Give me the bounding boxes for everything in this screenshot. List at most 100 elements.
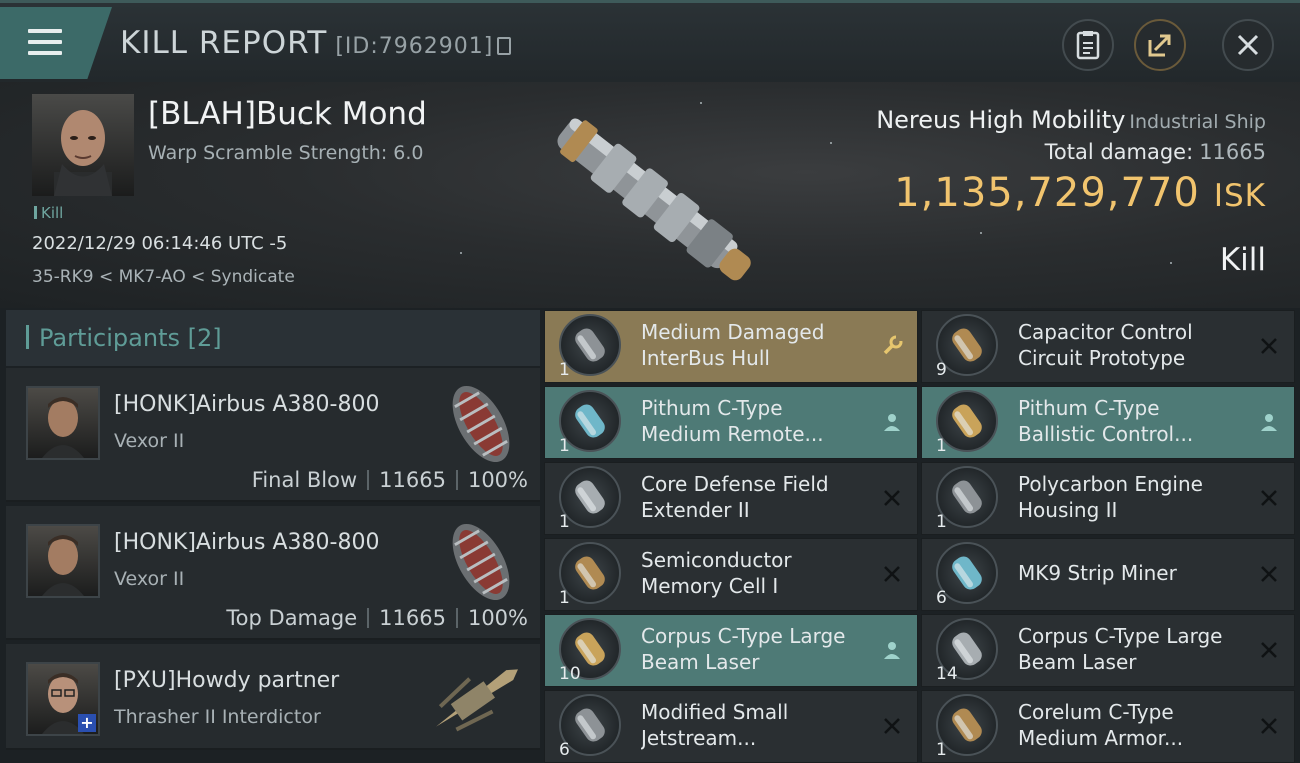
item-tile[interactable]: 14 Corpus C-Type Large Beam Laser [921,614,1295,687]
item-name-line1: Polycarbon Engine [1018,472,1203,496]
item-quantity: 1 [559,436,570,456]
x-icon [1258,715,1280,737]
item-tile[interactable]: 1 Corelum C-Type Medium Armor... [921,690,1295,763]
close-icon [1237,34,1259,56]
item-tile[interactable]: 1 Semiconductor Memory Cell I [544,538,918,611]
item-quantity: 10 [559,664,581,684]
item-name-line2: Beam Laser [641,650,760,674]
wrench-icon [881,335,903,357]
x-icon [881,563,903,585]
item-name-line1: Pithum C-Type [641,396,783,420]
x-icon [881,715,903,737]
item-name: Corelum C-Type Medium Armor... [1018,699,1248,751]
person-icon [881,639,903,661]
participant-stat: Top Damage 11665 100% [226,606,528,630]
total-damage-label: Total damage: [1044,140,1194,164]
item-name-line2: Ballistic Control... [1018,422,1194,446]
menu-icon-bar [28,51,62,55]
participant-avatar [26,386,100,460]
kill-tag: Kill [34,204,63,222]
clipboard-button[interactable] [1062,19,1114,71]
item-name: Corpus C-Type Large Beam Laser [1018,623,1248,675]
menu-button[interactable] [0,7,112,79]
header-bar: KILL REPORT [ID:7962901] [0,0,1300,82]
ship-class: Industrial Ship [1129,111,1266,133]
item-quantity: 6 [936,588,947,608]
x-icon [1258,639,1280,661]
share-button[interactable] [1134,19,1186,71]
participants-count: [2] [187,324,222,352]
item-name-line1: Corpus C-Type Large [641,624,846,648]
item-name-line1: Pithum C-Type [1018,396,1160,420]
report-id: [ID:7962901] [335,34,494,59]
item-tile[interactable]: 6 Modified Small Jetstream... [544,690,918,763]
isk-amount: 1,135,729,770 [894,170,1200,216]
item-name: Modified Small Jetstream... [641,699,871,751]
item-tile[interactable]: 1 Pithum C-Type Medium Remote... [544,386,918,459]
participant-name: [PXU]Howdy partner [114,668,340,693]
victim-ship[interactable]: Nereus High Mobility Industrial Ship [876,106,1266,134]
item-name: Corpus C-Type Large Beam Laser [641,623,871,675]
participant-ship-image [452,524,510,600]
share-icon [1148,34,1171,57]
participant-ship-image [452,386,510,462]
item-tile[interactable]: 1 Core Defense Field Extender II [544,462,918,535]
page-title: KILL REPORT [ID:7962901] [120,25,512,61]
participant-ship-image [436,669,518,732]
item-quantity: 14 [936,664,958,684]
item-quantity: 1 [936,436,947,456]
participant-card[interactable]: [HONK]Airbus A380-800 Vexor II Final Blo… [6,368,540,502]
copy-icon[interactable] [497,37,512,55]
participant-card[interactable]: + [PXU]Howdy partner Thrasher II Interdi… [6,644,540,750]
item-name-line1: Core Defense Field [641,472,829,496]
participant-card[interactable]: [HONK]Airbus A380-800 Vexor II Top Damag… [6,506,540,640]
kill-result: Kill [1219,242,1266,278]
participant-damage: 11665 [379,606,446,630]
item-name-line2: InterBus Hull [641,346,770,370]
item-tile[interactable]: 10 Corpus C-Type Large Beam Laser [544,614,918,687]
item-name-line2: Extender II [641,498,750,522]
victim-avatar [54,110,112,196]
item-name-line1: Corelum C-Type [1018,700,1174,724]
kill-location[interactable]: 35-RK9 < MK7-AO < Syndicate [32,267,295,287]
item-quantity: 9 [936,360,947,380]
victim-ship-image [557,118,751,281]
plus-badge-icon: + [78,714,96,732]
victim-name[interactable]: [BLAH]Buck Mond [148,96,427,132]
item-name-line2: Medium Armor... [1018,726,1184,750]
item-name: Core Defense Field Extender II [641,471,871,523]
participant-role: Final Blow [251,468,358,492]
item-name-line1: Medium Damaged [641,320,825,344]
item-tile[interactable]: 9 Capacitor Control Circuit Prototype [921,310,1295,383]
victim-panel: [BLAH]Buck Mond Warp Scramble Strength: … [0,82,1300,308]
total-damage-value: 11665 [1199,140,1266,164]
item-tile[interactable]: 1 Medium Damaged InterBus Hull [544,310,918,383]
title-text: KILL REPORT [120,25,328,61]
participant-name: [HONK]Airbus A380-800 [114,392,380,417]
close-button[interactable] [1222,19,1274,71]
participant-ship: Thrasher II Interdictor [114,706,321,728]
isk-unit: ISK [1213,178,1266,214]
person-icon [1258,411,1280,433]
participant-avatar [26,524,100,598]
participant-percent: 100% [467,468,528,492]
item-quantity: 1 [936,740,947,760]
clipboard-icon [1076,31,1100,60]
item-name-line2: Memory Cell I [641,574,779,598]
participant-stat: Final Blow 11665 100% [252,468,528,492]
x-icon [1258,563,1280,585]
item-quantity: 1 [559,360,570,380]
item-quantity: 6 [559,740,570,760]
item-name: Capacitor Control Circuit Prototype [1018,319,1248,371]
participant-name: [HONK]Airbus A380-800 [114,530,380,555]
item-tile[interactable]: 6 MK9 Strip Miner [921,538,1295,611]
x-icon [1258,335,1280,357]
item-quantity: 1 [936,512,947,532]
item-name-line1: Capacitor Control [1018,320,1193,344]
item-quantity: 1 [559,512,570,532]
item-tile[interactable]: 1 Polycarbon Engine Housing II [921,462,1295,535]
victim-portrait[interactable] [32,94,134,196]
item-tile[interactable]: 1 Pithum C-Type Ballistic Control... [921,386,1295,459]
kill-datetime: 2022/12/29 06:14:46 UTC -5 [32,233,288,254]
ship-name: Nereus High Mobility [876,106,1126,134]
